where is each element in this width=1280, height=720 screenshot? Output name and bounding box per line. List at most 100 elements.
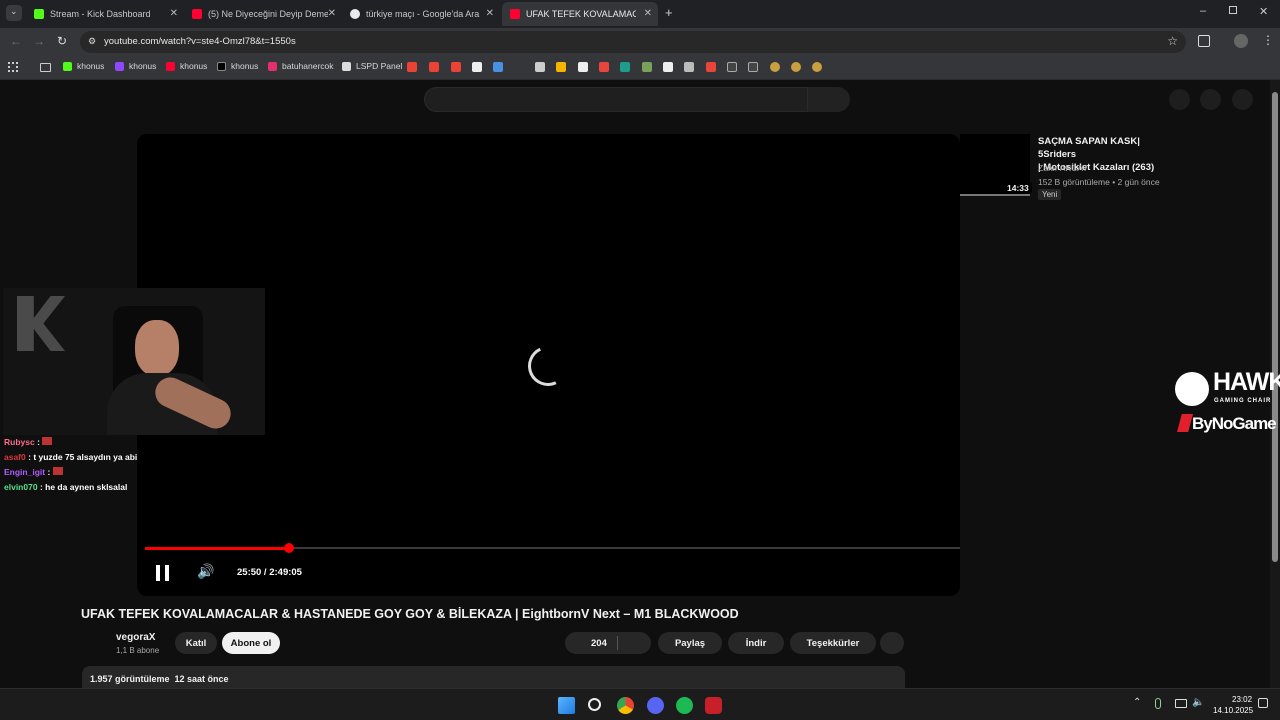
- bookmark-khonus-youtube[interactable]: khonus: [166, 61, 207, 71]
- bookmark-icon[interactable]: [642, 62, 652, 72]
- join-button[interactable]: Katıl: [175, 632, 217, 654]
- tab-title: (5) Ne Diyeceğini Deyip Demey: [208, 9, 328, 19]
- channel-name[interactable]: vegoraX: [116, 632, 155, 643]
- bookmark-icon[interactable]: [706, 62, 716, 72]
- share-button[interactable]: Paylaş: [658, 632, 722, 654]
- bookmark-icon[interactable]: [578, 62, 588, 72]
- forward-icon[interactable]: →: [33, 34, 45, 48]
- tab-youtube-1[interactable]: (5) Ne Diyeceğini Deyip Demey ✕: [184, 2, 342, 26]
- thanks-button[interactable]: Teşekkürler: [790, 632, 876, 654]
- search-icon[interactable]: [588, 698, 601, 711]
- maximize-icon[interactable]: [1229, 6, 1237, 14]
- bookmark-icon[interactable]: [556, 62, 566, 72]
- bookmark-icon[interactable]: [663, 62, 673, 72]
- spotify-icon[interactable]: [676, 697, 693, 714]
- bookmark-icon[interactable]: [791, 62, 801, 72]
- microphone-icon[interactable]: [1155, 698, 1161, 709]
- channel-avatar[interactable]: [82, 631, 108, 657]
- bookmark-star-icon[interactable]: ☆: [1167, 34, 1178, 48]
- close-icon[interactable]: ✕: [328, 8, 336, 19]
- windows-start-icon[interactable]: [558, 697, 575, 714]
- tab-strip: ⌄ Stream - Kick Dashboard ✕ (5) Ne Diyec…: [0, 0, 1280, 28]
- progress-scrubber[interactable]: [284, 543, 294, 553]
- folder-icon[interactable]: [40, 63, 51, 72]
- pause-icon: [165, 565, 169, 581]
- like-button[interactable]: 204: [565, 632, 651, 654]
- notifications-icon[interactable]: [1200, 89, 1221, 110]
- clock-time[interactable]: 23:02: [1232, 695, 1252, 704]
- bookmark-khonus-kick[interactable]: khonus: [63, 61, 104, 71]
- kick-logo-icon: [17, 296, 65, 351]
- bookmark-icon[interactable]: [535, 62, 545, 72]
- chevron-up-icon[interactable]: ⌃: [1133, 697, 1141, 708]
- reload-icon[interactable]: ↻: [57, 34, 67, 48]
- avatar[interactable]: [1232, 89, 1253, 110]
- clock-date[interactable]: 14.10.2025: [1213, 706, 1253, 715]
- bookmark-icon[interactable]: [727, 62, 737, 72]
- bookmark-icon[interactable]: [812, 62, 822, 72]
- gmail-icon[interactable]: [407, 62, 417, 72]
- search-button[interactable]: [808, 87, 850, 112]
- pause-button[interactable]: [155, 565, 171, 581]
- back-icon[interactable]: ←: [10, 34, 22, 48]
- apps-icon[interactable]: [8, 62, 18, 72]
- views-info: 1.957 görüntüleme 12 saat önce: [90, 674, 229, 684]
- chat-text: : t yuzde 75 alsaydın ya abi: [28, 452, 138, 462]
- chat-text: :: [37, 437, 40, 447]
- bookmark-icon[interactable]: [599, 62, 609, 72]
- volume-icon[interactable]: 🔊: [197, 563, 214, 580]
- close-icon[interactable]: ✕: [644, 8, 652, 19]
- bookmark-label: khonus: [77, 61, 105, 71]
- browser-toolbar: ← → ↻ ⚙ youtube.com/watch?v=ste4-Omzl78&…: [0, 28, 1280, 56]
- network-icon[interactable]: [1175, 699, 1187, 708]
- chat-user: elvin070: [4, 482, 38, 492]
- search-input[interactable]: [424, 87, 808, 112]
- bookmark-icon[interactable]: [493, 62, 503, 72]
- bookmark-lspd-panel[interactable]: LSPD Panel: [342, 61, 402, 71]
- streamer-webcam: [3, 288, 265, 435]
- time-display: 25:50 / 2:49:05: [237, 567, 302, 578]
- bookmark-icon[interactable]: [684, 62, 694, 72]
- progress-fill: [145, 547, 289, 550]
- notification-bell-icon[interactable]: [1258, 698, 1268, 708]
- bookmark-khonus-x[interactable]: khonus: [217, 61, 258, 71]
- menu-icon[interactable]: ⋮: [1262, 33, 1274, 47]
- app-icon[interactable]: [705, 697, 722, 714]
- bookmark-icon[interactable]: [770, 62, 780, 72]
- close-window-icon[interactable]: ✕: [1259, 5, 1268, 18]
- bookmark-icon[interactable]: [472, 62, 482, 72]
- divider: [617, 636, 618, 650]
- gmail-icon[interactable]: [429, 62, 439, 72]
- bookmark-icon[interactable]: [620, 62, 630, 72]
- kick-icon: [63, 61, 72, 71]
- bookmark-label: khonus: [180, 61, 208, 71]
- scrollbar-thumb[interactable]: [1272, 92, 1278, 562]
- site-info-icon[interactable]: ⚙: [88, 36, 96, 47]
- more-actions-button[interactable]: [880, 632, 904, 654]
- address-bar[interactable]: ⚙ youtube.com/watch?v=ste4-Omzl78&t=1550…: [80, 31, 1186, 53]
- recommended-channel[interactable]: Zafer AKCAY: [1038, 163, 1088, 173]
- profile-avatar[interactable]: [1234, 34, 1248, 48]
- subscribe-button[interactable]: Abone ol: [222, 632, 280, 654]
- create-icon[interactable]: [1169, 89, 1190, 110]
- extensions-icon[interactable]: [1198, 35, 1210, 47]
- chrome-icon[interactable]: [617, 697, 634, 714]
- bookmark-label: khonus: [231, 61, 259, 71]
- minimize-icon[interactable]: –: [1200, 5, 1206, 17]
- bookmark-icon[interactable]: [748, 62, 758, 72]
- bookmark-instagram[interactable]: batuhanercok: [268, 61, 334, 71]
- close-icon[interactable]: ✕: [170, 8, 178, 19]
- new-badge: Yeni: [1038, 189, 1062, 200]
- gmail-icon[interactable]: [451, 62, 461, 72]
- tab-google-search[interactable]: türkiye maçı - Google'da Ara ✕: [342, 2, 500, 26]
- discord-icon[interactable]: [647, 697, 664, 714]
- tab-youtube-active[interactable]: UFAK TEFEK KOVALAMACALAR ✕: [502, 2, 658, 26]
- new-tab-icon[interactable]: +: [665, 5, 673, 20]
- description-box[interactable]: 1.957 görüntüleme 12 saat önce: [82, 666, 905, 688]
- close-icon[interactable]: ✕: [486, 8, 494, 19]
- speaker-icon[interactable]: 🔈: [1192, 697, 1204, 708]
- recommended-title-line: SAÇMA SAPAN KASK| 5Sriders: [1038, 136, 1140, 160]
- bookmark-khonus-twitch[interactable]: khonus: [115, 61, 156, 71]
- tab-kick-dashboard[interactable]: Stream - Kick Dashboard ✕: [26, 2, 184, 26]
- download-button[interactable]: İndir: [728, 632, 784, 654]
